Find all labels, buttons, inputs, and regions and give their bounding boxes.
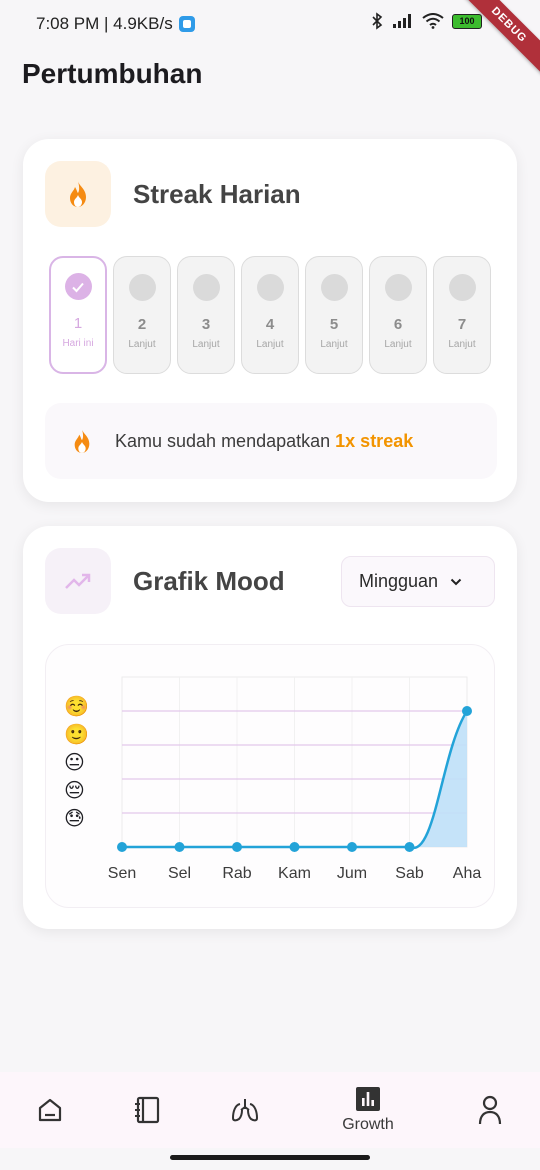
day-number: 1: [73, 315, 83, 332]
day-number: 4: [265, 316, 275, 333]
streak-day[interactable]: 3 Lanjut: [177, 256, 235, 374]
battery-indicator: 100: [452, 13, 482, 29]
day-number: 5: [329, 316, 339, 333]
day-status: Lanjut: [256, 339, 284, 350]
mood-point: [347, 842, 357, 852]
mood-chart: ☺️ 🙂 😐 😔 😓 Sen Sel Rab Kam Jum Sab Aha: [45, 644, 495, 908]
day-number: 2: [137, 316, 147, 333]
x-tick-label: Kam: [278, 865, 311, 882]
nav-growth-label: Growth: [342, 1116, 394, 1133]
app-notification-icon: [178, 16, 195, 32]
mood-point: [232, 842, 242, 852]
nav-home[interactable]: [10, 1072, 90, 1148]
streak-days: 1 Hari ini 2 Lanjut 3 Lanjut 4 Lanjut 5 …: [49, 256, 491, 374]
growth-icon: [356, 1087, 380, 1111]
empty-dot-icon: [256, 274, 284, 301]
mood-icon-container: [45, 548, 111, 614]
mood-chart-svg: Sen Sel Rab Kam Jum Sab Aha: [108, 676, 482, 882]
signal-icon: [393, 14, 411, 28]
day-status: Lanjut: [384, 339, 412, 350]
status-time: 7:08 PM | 4.9KB/s: [36, 14, 173, 33]
lungs-icon: [231, 1099, 259, 1122]
mood-point: [117, 842, 127, 852]
period-dropdown[interactable]: Mingguan: [341, 556, 495, 607]
empty-dot-icon: [128, 274, 156, 301]
fire-icon: [71, 428, 93, 454]
nav-growth[interactable]: Growth: [328, 1072, 408, 1148]
day-number: 6: [393, 316, 403, 333]
streak-title: Streak Harian: [133, 179, 301, 209]
journal-icon: [135, 1096, 160, 1124]
mood-title: Grafik Mood: [133, 566, 285, 596]
bluetooth-icon: [372, 12, 383, 30]
x-tick-label: Aha: [453, 865, 482, 882]
empty-dot-icon: [384, 274, 412, 301]
streak-card: Streak Harian 1 Hari ini 2 Lanjut 3 Lanj…: [23, 139, 517, 502]
streak-day[interactable]: 1 Hari ini: [49, 256, 107, 374]
streak-day[interactable]: 7 Lanjut: [433, 256, 491, 374]
nav-profile[interactable]: [450, 1072, 530, 1148]
mood-point: [289, 842, 300, 852]
day-status: Lanjut: [320, 339, 348, 350]
streak-message: Kamu sudah mendapatkan 1x streak: [45, 403, 497, 479]
x-tick-label: Rab: [222, 865, 251, 882]
x-tick-label: Sab: [395, 865, 424, 882]
empty-dot-icon: [192, 274, 220, 301]
home-indicator[interactable]: [170, 1155, 370, 1160]
streak-day[interactable]: 4 Lanjut: [241, 256, 299, 374]
day-status: Lanjut: [128, 339, 156, 350]
x-tick-label: Jum: [337, 865, 367, 882]
wifi-icon: [422, 13, 444, 29]
day-number: 7: [457, 316, 467, 333]
home-icon: [38, 1098, 62, 1122]
period-value: Mingguan: [359, 571, 439, 591]
mood-point: [462, 706, 472, 716]
fire-icon: [70, 181, 86, 207]
status-bar: 7:08 PM | 4.9KB/s 100 DEBUG: [0, 0, 540, 79]
streak-day[interactable]: 6 Lanjut: [369, 256, 427, 374]
empty-dot-icon: [448, 274, 476, 301]
page-title: Pertumbuhan: [22, 58, 203, 89]
day-number: 3: [201, 316, 211, 333]
nav-breathing[interactable]: [205, 1072, 285, 1148]
day-status: Lanjut: [448, 339, 476, 350]
streak-message-text: Kamu sudah mendapatkan: [115, 430, 331, 451]
check-icon: [64, 273, 92, 300]
empty-dot-icon: [320, 274, 348, 301]
mood-point: [174, 842, 185, 852]
nav-journal[interactable]: [107, 1072, 187, 1148]
streak-count: 1x streak: [335, 430, 414, 451]
mood-card: Grafik Mood Mingguan ☺️ 🙂 😐 😔 😓 Sen Sel Ra…: [23, 526, 517, 929]
day-status: Hari ini: [62, 338, 94, 349]
streak-day[interactable]: 5 Lanjut: [305, 256, 363, 374]
day-status: Lanjut: [192, 339, 220, 350]
streak-day[interactable]: 2 Lanjut: [113, 256, 171, 374]
bottom-nav: Growth: [0, 1072, 540, 1148]
trending-up-icon: [65, 573, 91, 589]
streak-icon-container: [45, 161, 111, 227]
x-tick-label: Sel: [168, 865, 191, 882]
mood-point: [404, 842, 415, 852]
x-tick-label: Sen: [108, 865, 136, 882]
profile-icon: [478, 1095, 502, 1125]
chevron-down-icon: [450, 578, 462, 585]
